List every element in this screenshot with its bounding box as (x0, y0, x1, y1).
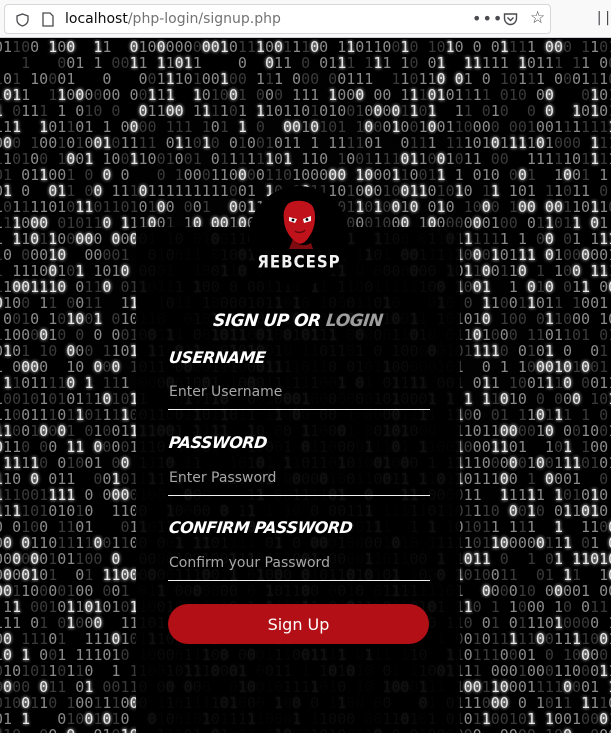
url-path: /php-login/signup.php (127, 11, 281, 27)
username-input[interactable] (168, 380, 430, 410)
username-label: USERNAME (168, 348, 267, 367)
logo-text: ЯEBCESP (257, 252, 341, 272)
binary-row: 01100 100 11 0100000000101110011100 1101… (0, 39, 611, 56)
browser-toolbar: localhost/php-login/signup.php ••• ☆ |||… (0, 0, 611, 38)
library-icon[interactable]: |||\ (595, 10, 611, 26)
binary-row: 01 011001 0 0 0 0 1000110000110100000 10… (0, 166, 609, 184)
more-icon[interactable]: ••• (472, 11, 503, 27)
binary-row: 000 10010100101111 011010 01001011 1 111… (0, 134, 611, 152)
address-bar[interactable]: localhost/php-login/signup.php ••• ☆ (4, 4, 551, 34)
form-title: SIGN UP OR LOGIN (167, 311, 429, 331)
page-icon[interactable] (42, 12, 54, 30)
binary-row: 1 001 1 0011 11011 0 011 0 0111 111 10 0… (21, 54, 611, 72)
url-text[interactable]: localhost/php-login/signup.php (65, 11, 281, 27)
pocket-icon[interactable] (503, 12, 518, 29)
form-title-prefix: SIGN UP OR (212, 311, 328, 331)
password-input[interactable] (168, 466, 430, 496)
login-link[interactable]: LOGIN (325, 311, 384, 331)
confirm-password-input[interactable] (168, 551, 430, 581)
binary-row: 111 101101 1 0000 111 101 1 0 0010101 10… (0, 118, 611, 136)
binary-row: 110100 1001 10011001001 011111101 110 10… (0, 150, 611, 168)
binary-row: 1 0111 1 010 0 01100 111101 110110101001… (0, 102, 611, 120)
star-icon[interactable]: ☆ (530, 10, 545, 27)
password-label: PASSWORD (168, 433, 268, 452)
signup-button[interactable]: Sign Up (168, 604, 429, 644)
confirm-password-label: CONFIRM PASSWORD (168, 518, 354, 537)
masked-head-logo-icon (279, 199, 319, 253)
binary-row: 1011 11000000 00111 101001 000 111 1000 … (0, 86, 611, 104)
url-host: localhost (65, 11, 128, 27)
shield-icon[interactable] (16, 13, 29, 30)
binary-row: 101 10001 0 001110100100 111 000 00111 1… (0, 70, 611, 88)
